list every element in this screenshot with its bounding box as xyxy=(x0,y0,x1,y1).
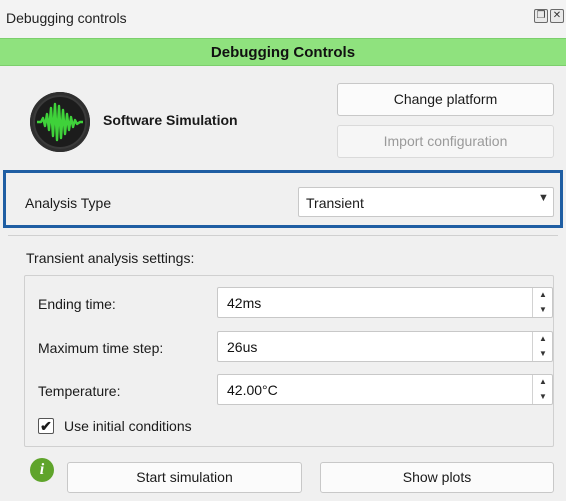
temperature-label: Temperature: xyxy=(38,383,121,399)
ending-time-value: 42ms xyxy=(227,295,262,311)
waveform-logo-icon xyxy=(30,92,90,152)
info-icon[interactable]: i xyxy=(30,458,54,482)
use-initial-conditions-checkbox[interactable]: ✔ xyxy=(38,418,54,434)
ending-time-label: Ending time: xyxy=(38,296,116,312)
step-down-icon[interactable]: ▼ xyxy=(533,303,553,317)
temperature-field[interactable]: 42.00°C ▲ ▼ xyxy=(217,374,553,405)
use-initial-conditions-label: Use initial conditions xyxy=(64,418,192,434)
step-up-icon[interactable]: ▲ xyxy=(533,375,553,389)
step-down-icon[interactable]: ▼ xyxy=(533,347,553,361)
maximum-time-step-value: 26us xyxy=(227,339,258,355)
step-up-icon[interactable]: ▲ xyxy=(533,332,553,346)
temperature-stepper[interactable]: ▲ ▼ xyxy=(532,375,552,404)
analysis-type-value: Transient xyxy=(306,195,364,211)
maximum-time-step-stepper[interactable]: ▲ ▼ xyxy=(532,332,552,361)
platform-name: Software Simulation xyxy=(103,112,238,128)
divider xyxy=(8,235,558,236)
maximum-time-step-label: Maximum time step: xyxy=(38,340,164,356)
start-simulation-button[interactable]: Start simulation xyxy=(67,462,302,493)
restore-icon[interactable]: ❐ xyxy=(534,9,548,23)
ending-time-stepper[interactable]: ▲ ▼ xyxy=(532,288,552,317)
chevron-down-icon[interactable]: ▼ xyxy=(538,192,549,204)
maximum-time-step-field[interactable]: 26us ▲ ▼ xyxy=(217,331,553,362)
settings-title: Transient analysis settings: xyxy=(26,250,195,266)
step-down-icon[interactable]: ▼ xyxy=(533,390,553,404)
import-configuration-button[interactable]: Import configuration xyxy=(337,125,554,158)
close-icon[interactable]: ✕ xyxy=(550,9,564,23)
change-platform-button[interactable]: Change platform xyxy=(337,83,554,116)
analysis-type-label: Analysis Type xyxy=(25,195,112,211)
show-plots-button[interactable]: Show plots xyxy=(320,462,554,493)
window-title: Debugging controls xyxy=(6,10,127,26)
step-up-icon[interactable]: ▲ xyxy=(533,288,553,302)
ending-time-field[interactable]: 42ms ▲ ▼ xyxy=(217,287,553,318)
temperature-value: 42.00°C xyxy=(227,382,278,398)
header-title: Debugging Controls xyxy=(210,44,356,61)
